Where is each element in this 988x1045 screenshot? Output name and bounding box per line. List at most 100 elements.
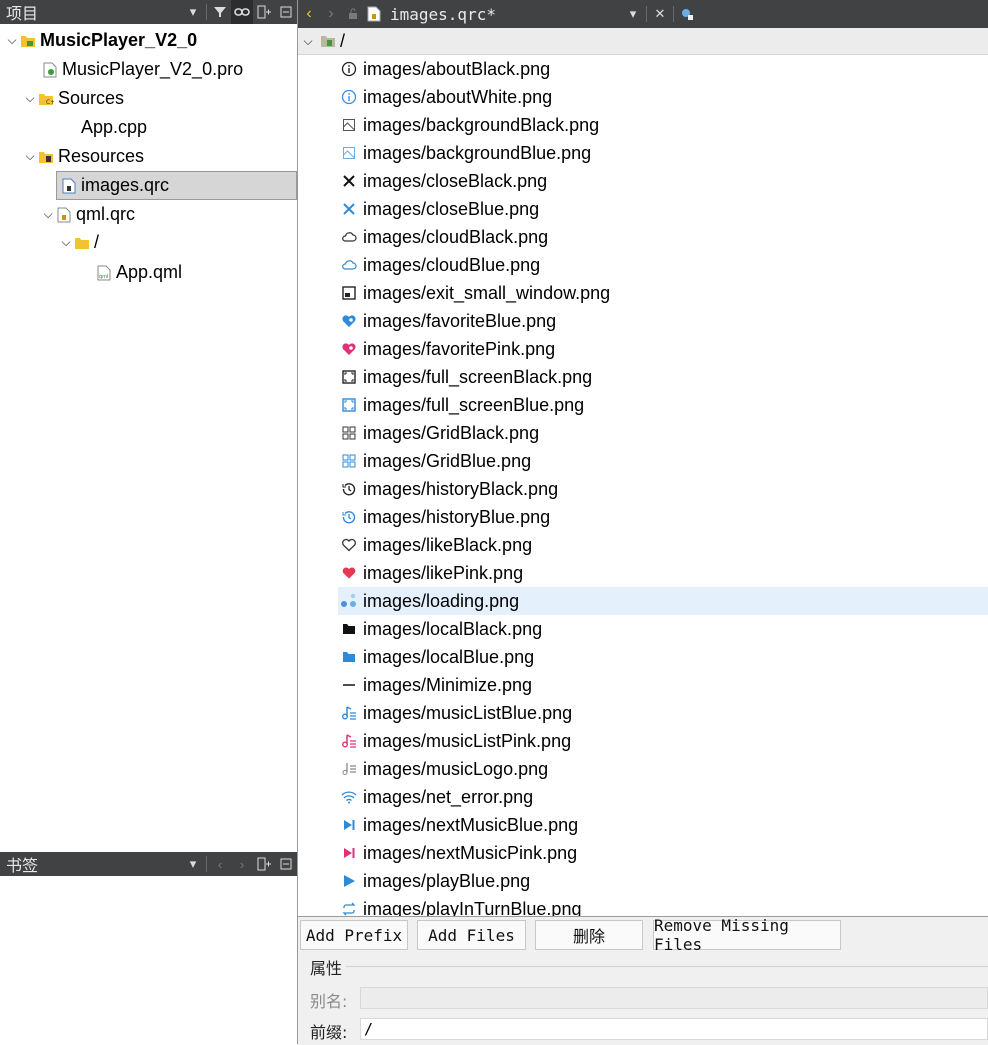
resource-file-row[interactable]: images/full_screenBlack.png: [338, 363, 988, 391]
tree-item-resources[interactable]: ⌵ Resources: [22, 142, 144, 171]
resource-file-row[interactable]: images/likePink.png: [338, 559, 988, 587]
sources-label: Sources: [58, 88, 125, 108]
prefix-field[interactable]: /: [360, 1018, 988, 1040]
filter-icon[interactable]: [209, 0, 231, 24]
resource-file-row[interactable]: images/aboutWhite.png: [338, 83, 988, 111]
resource-file-row[interactable]: images/nextMusicBlue.png: [338, 811, 988, 839]
resource-file-row[interactable]: images/playBlue.png: [338, 867, 988, 895]
fullscreen-icon: [340, 368, 358, 386]
resource-file-row[interactable]: images/favoriteBlue.png: [338, 307, 988, 335]
tree-item-app-cpp[interactable]: App.cpp: [81, 113, 147, 142]
resource-file-label: images/backgroundBlack.png: [363, 114, 600, 135]
resource-file-row[interactable]: images/GridBlue.png: [338, 447, 988, 475]
folder-icon: [340, 648, 358, 666]
back-icon[interactable]: ‹: [209, 852, 231, 876]
add-prefix-button[interactable]: Add Prefix: [300, 920, 408, 950]
minimize-icon: [340, 676, 358, 694]
sources-folder-icon: C++: [38, 91, 54, 107]
chevron-down-icon[interactable]: ⌵: [22, 91, 38, 107]
resource-file-row[interactable]: images/full_screenBlue.png: [338, 391, 988, 419]
alias-label: 别名:: [310, 992, 348, 1011]
resource-file-row[interactable]: images/favoritePink.png: [338, 335, 988, 363]
alias-field[interactable]: [360, 987, 988, 1009]
close-pane-icon[interactable]: [275, 852, 297, 876]
lock-icon[interactable]: [342, 2, 364, 26]
resource-file-row[interactable]: images/musicListPink.png: [338, 727, 988, 755]
resource-file-row[interactable]: images/Minimize.png: [338, 671, 988, 699]
resource-file-row[interactable]: images/closeBlue.png: [338, 195, 988, 223]
documents-dropdown-icon[interactable]: ▾: [622, 2, 644, 26]
remove-missing-files-button[interactable]: Remove Missing Files: [653, 916, 841, 954]
resource-file-label: images/nextMusicPink.png: [363, 842, 578, 863]
chevron-down-icon[interactable]: ⌵: [22, 149, 38, 165]
split-icon[interactable]: [253, 852, 275, 876]
close-pane-icon[interactable]: [275, 0, 297, 24]
tree-item-project[interactable]: ⌵ MusicPlayer_V2_0: [4, 26, 197, 55]
resource-file-label: images/full_screenBlack.png: [363, 366, 593, 387]
split-editor-icon[interactable]: [676, 2, 698, 26]
resource-file-row[interactable]: images/nextMusicPink.png: [338, 839, 988, 867]
svg-text:C++: C++: [46, 99, 54, 106]
tree-item-prefix[interactable]: ⌵ /: [58, 228, 99, 257]
tree-item-qml-qrc[interactable]: ⌵ qml.qrc: [40, 200, 135, 229]
tree-item-pro-file[interactable]: MusicPlayer_V2_0.pro: [42, 55, 243, 84]
divider: [346, 966, 988, 967]
resource-file-label: images/historyBlue.png: [363, 506, 551, 527]
remove-button[interactable]: 删除: [535, 920, 643, 950]
tree-item-images-qrc[interactable]: images.qrc: [56, 171, 297, 200]
resource-file-row[interactable]: images/localBlack.png: [338, 615, 988, 643]
resource-file-label: images/musicListBlue.png: [363, 702, 573, 723]
info-icon: [340, 60, 358, 78]
forward-arrow-icon[interactable]: ›: [320, 2, 342, 26]
back-arrow-icon[interactable]: ‹: [298, 2, 320, 26]
prefix-label: /: [94, 232, 100, 252]
dropdown-icon[interactable]: ▾: [182, 0, 204, 24]
resource-file-row[interactable]: images/likeBlack.png: [338, 531, 988, 559]
resource-file-row[interactable]: images/localBlue.png: [338, 643, 988, 671]
resource-file-row[interactable]: images/GridBlack.png: [338, 419, 988, 447]
close-document-icon[interactable]: ✕: [649, 2, 671, 26]
grid-icon: [340, 424, 358, 442]
project-name: MusicPlayer_V2_0: [40, 30, 198, 50]
resource-file-row[interactable]: images/aboutBlack.png: [338, 55, 988, 83]
forward-icon[interactable]: ›: [231, 852, 253, 876]
split-icon[interactable]: [253, 0, 275, 24]
tree-item-app-qml[interactable]: qml App.qml: [96, 258, 182, 287]
chevron-down-icon[interactable]: ⌵: [40, 207, 56, 223]
cloud-icon: [340, 228, 358, 246]
add-files-button[interactable]: Add Files: [417, 920, 526, 950]
resource-file-label: images/localBlue.png: [363, 646, 535, 667]
resource-file-row[interactable]: images/loading.png: [338, 587, 988, 615]
next-icon: [340, 816, 358, 834]
projects-panel-header: 项目 ▾: [0, 0, 297, 24]
link-icon[interactable]: [231, 0, 253, 24]
resource-file-row[interactable]: images/musicLogo.png: [338, 755, 988, 783]
resource-file-label: images/favoritePink.png: [363, 338, 556, 359]
close-icon: [340, 200, 358, 218]
chevron-down-icon[interactable]: ⌵: [300, 33, 316, 49]
resources-folder-icon: [38, 149, 54, 165]
chevron-down-icon[interactable]: ⌵: [4, 33, 20, 49]
dropdown-icon[interactable]: ▾: [182, 852, 204, 876]
svg-text:qml: qml: [99, 274, 108, 280]
resource-file-row[interactable]: images/net_error.png: [338, 783, 988, 811]
resource-file-label: images/backgroundBlue.png: [363, 142, 592, 163]
resource-file-row[interactable]: images/exit_small_window.png: [338, 279, 988, 307]
resource-file-label: images/loading.png: [363, 590, 520, 611]
tree-item-sources[interactable]: ⌵ C++ Sources: [22, 84, 124, 113]
separator: [206, 856, 207, 872]
resource-file-row[interactable]: images/cloudBlue.png: [338, 251, 988, 279]
resource-file-row[interactable]: images/cloudBlack.png: [338, 223, 988, 251]
resource-file-row[interactable]: images/closeBlack.png: [338, 167, 988, 195]
resource-file-row[interactable]: images/historyBlue.png: [338, 503, 988, 531]
resources-label: Resources: [58, 146, 145, 166]
resource-file-row[interactable]: images/historyBlack.png: [338, 475, 988, 503]
resource-file-row[interactable]: images/backgroundBlue.png: [338, 139, 988, 167]
resource-file-row[interactable]: images/musicListBlue.png: [338, 699, 988, 727]
chevron-down-icon[interactable]: ⌵: [58, 235, 74, 251]
resource-file-row[interactable]: images/backgroundBlack.png: [338, 111, 988, 139]
projects-panel: 项目 ▾ ⌵ MusicPlayer_V2_0 MusicPlayer_V2_0…: [0, 0, 298, 1044]
prefix-root-row[interactable]: ⌵ /: [298, 28, 988, 55]
project-folder-icon: [20, 33, 36, 49]
document-title[interactable]: images.qrc*: [390, 5, 622, 24]
